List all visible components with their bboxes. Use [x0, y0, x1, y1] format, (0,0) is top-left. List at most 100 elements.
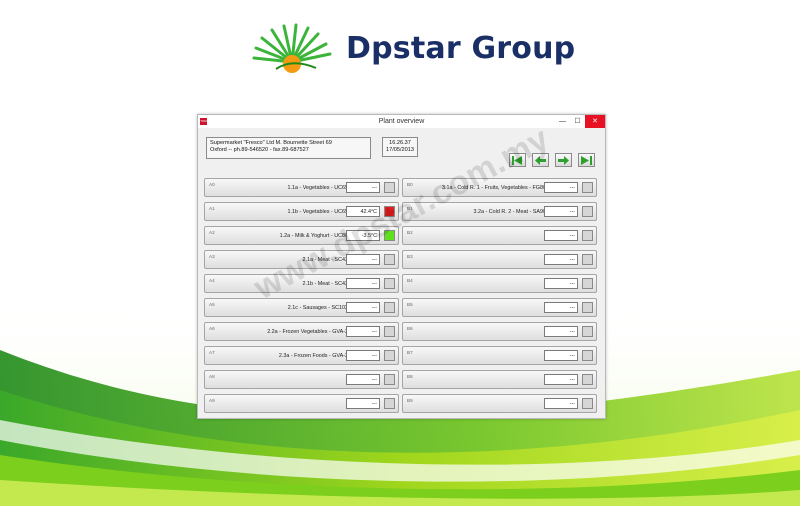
- plant-slot[interactable]: B8 ---: [402, 370, 597, 389]
- plant-slot[interactable]: A3 2.1a - Meat - SC43 ---: [204, 250, 399, 269]
- slot-code: A0: [209, 182, 215, 187]
- status-indicator: [582, 278, 593, 289]
- slot-value: ---: [346, 326, 380, 337]
- status-indicator: [384, 326, 395, 337]
- plant-slot[interactable]: A2 1.2a - Milk & Yoghurt - UC80 -3.5°C: [204, 226, 399, 245]
- slot-code: B5: [407, 302, 413, 307]
- clock-box: 16.26.37 17/05/2013: [382, 137, 418, 157]
- slot-code: A7: [209, 350, 215, 355]
- brand: Dpstar Group: [246, 22, 575, 74]
- clock-time: 16.26.37: [389, 140, 411, 146]
- slot-label: 2.1c - Sausages - SC102: [287, 305, 348, 311]
- plant-overview-window: TOM Plant overview — ☐ ✕ Supermarket "Fr…: [197, 114, 606, 419]
- store-info-line-1: Supermarket "Fresco" Ltd M. Bournette St…: [210, 140, 332, 146]
- slot-value: ---: [544, 230, 578, 241]
- plant-slot[interactable]: B0 3.1a - Cold R. 1 - Fruits, Vegetables…: [402, 178, 597, 197]
- status-indicator: [384, 398, 395, 409]
- plant-slot[interactable]: A6 2.2a - Frozen Vegetables - GVA-2 ---: [204, 322, 399, 341]
- close-button[interactable]: ✕: [585, 115, 605, 128]
- slot-code: B2: [407, 230, 413, 235]
- plant-slot[interactable]: B5 ---: [402, 298, 597, 317]
- plant-grid: A0 1.1a - Vegetables - UC65 --- B0 3.1a …: [204, 178, 597, 413]
- slot-code: B6: [407, 326, 413, 331]
- status-indicator: [582, 350, 593, 361]
- status-indicator: [582, 206, 593, 217]
- plant-slot[interactable]: A5 2.1c - Sausages - SC102 ---: [204, 298, 399, 317]
- slot-value: ---: [544, 350, 578, 361]
- next-icon: [558, 155, 569, 165]
- slot-value: -3.5°C: [346, 230, 380, 241]
- status-indicator: [384, 374, 395, 385]
- slot-code: A1: [209, 206, 215, 211]
- title-bar[interactable]: TOM Plant overview — ☐ ✕: [198, 115, 605, 128]
- plant-slot[interactable]: A1 1.1b - Vegetables - UC65 42.4°C: [204, 202, 399, 221]
- slot-label: 2.1a - Meat - SC43: [302, 257, 348, 263]
- plant-slot[interactable]: A0 1.1a - Vegetables - UC65 ---: [204, 178, 399, 197]
- slot-code: A8: [209, 374, 215, 379]
- slot-value: ---: [544, 302, 578, 313]
- plant-slot[interactable]: A7 2.3a - Frozen Foods - GVA-2 ---: [204, 346, 399, 365]
- status-indicator: [582, 182, 593, 193]
- slot-label: 2.1b - Meat - SC43: [302, 281, 348, 287]
- status-indicator: [582, 254, 593, 265]
- slot-code: A3: [209, 254, 215, 259]
- status-indicator: [384, 350, 395, 361]
- window-title: Plant overview: [378, 118, 425, 125]
- status-indicator: [384, 254, 395, 265]
- minimize-button[interactable]: —: [555, 115, 570, 128]
- slot-code: B7: [407, 350, 413, 355]
- clock-date: 17/05/2013: [386, 147, 414, 153]
- slot-value: ---: [544, 182, 578, 193]
- plant-slot[interactable]: A8 ---: [204, 370, 399, 389]
- slot-code: B3: [407, 254, 413, 259]
- status-indicator: [582, 374, 593, 385]
- slot-value: ---: [346, 350, 380, 361]
- first-page-button[interactable]: [509, 153, 526, 167]
- slot-code: A6: [209, 326, 215, 331]
- plant-slot[interactable]: B1 3.2a - Cold R. 2 - Meat - SA90 ---: [402, 202, 597, 221]
- previous-page-button[interactable]: [532, 153, 549, 167]
- plant-slot[interactable]: B9 ---: [402, 394, 597, 413]
- status-indicator: [384, 182, 395, 193]
- status-indicator: [582, 398, 593, 409]
- plant-slot[interactable]: B2 ---: [402, 226, 597, 245]
- slot-code: B4: [407, 278, 413, 283]
- plant-slot[interactable]: B7 ---: [402, 346, 597, 365]
- store-info-line-2: Oxford -- ph.89-546520 - fax.89-687527: [210, 147, 309, 153]
- slot-label: 1.1a - Vegetables - UC65: [287, 185, 348, 191]
- slot-code: B0: [407, 182, 413, 187]
- slot-code: B1: [407, 206, 413, 211]
- slot-label: 2.2a - Frozen Vegetables - GVA-2: [267, 329, 348, 335]
- plant-slot[interactable]: B3 ---: [402, 250, 597, 269]
- slot-value: ---: [346, 254, 380, 265]
- slot-label: 1.2a - Milk & Yoghurt - UC80: [279, 233, 348, 239]
- status-indicator: [582, 326, 593, 337]
- slot-code: A5: [209, 302, 215, 307]
- prev-icon: [535, 155, 546, 165]
- page-navigation: [509, 153, 595, 167]
- slot-value: ---: [544, 398, 578, 409]
- slot-value: ---: [346, 374, 380, 385]
- slot-value: ---: [544, 326, 578, 337]
- slot-value: ---: [346, 182, 380, 193]
- status-indicator: [582, 230, 593, 241]
- plant-slot[interactable]: A4 2.1b - Meat - SC43 ---: [204, 274, 399, 293]
- store-info-box: Supermarket "Fresco" Ltd M. Bournette St…: [206, 137, 371, 159]
- slot-label: 3.2a - Cold R. 2 - Meat - SA90: [473, 209, 546, 215]
- slot-value: ---: [346, 302, 380, 313]
- slot-value: ---: [544, 206, 578, 217]
- plant-slot[interactable]: B4 ---: [402, 274, 597, 293]
- plant-slot[interactable]: A9 ---: [204, 394, 399, 413]
- next-page-button[interactable]: [555, 153, 572, 167]
- plant-slot[interactable]: B6 ---: [402, 322, 597, 341]
- slot-code: A2: [209, 230, 215, 235]
- status-indicator: [384, 230, 395, 241]
- slot-code: B9: [407, 398, 413, 403]
- slot-label: 3.1a - Cold R. 1 - Fruits, Vegetables - …: [442, 185, 546, 191]
- first-icon: [512, 155, 522, 165]
- status-indicator: [582, 302, 593, 313]
- slot-code: B8: [407, 374, 413, 379]
- last-page-button[interactable]: [578, 153, 595, 167]
- slot-label: 1.1b - Vegetables - UC65: [287, 209, 348, 215]
- maximize-button[interactable]: ☐: [570, 115, 585, 128]
